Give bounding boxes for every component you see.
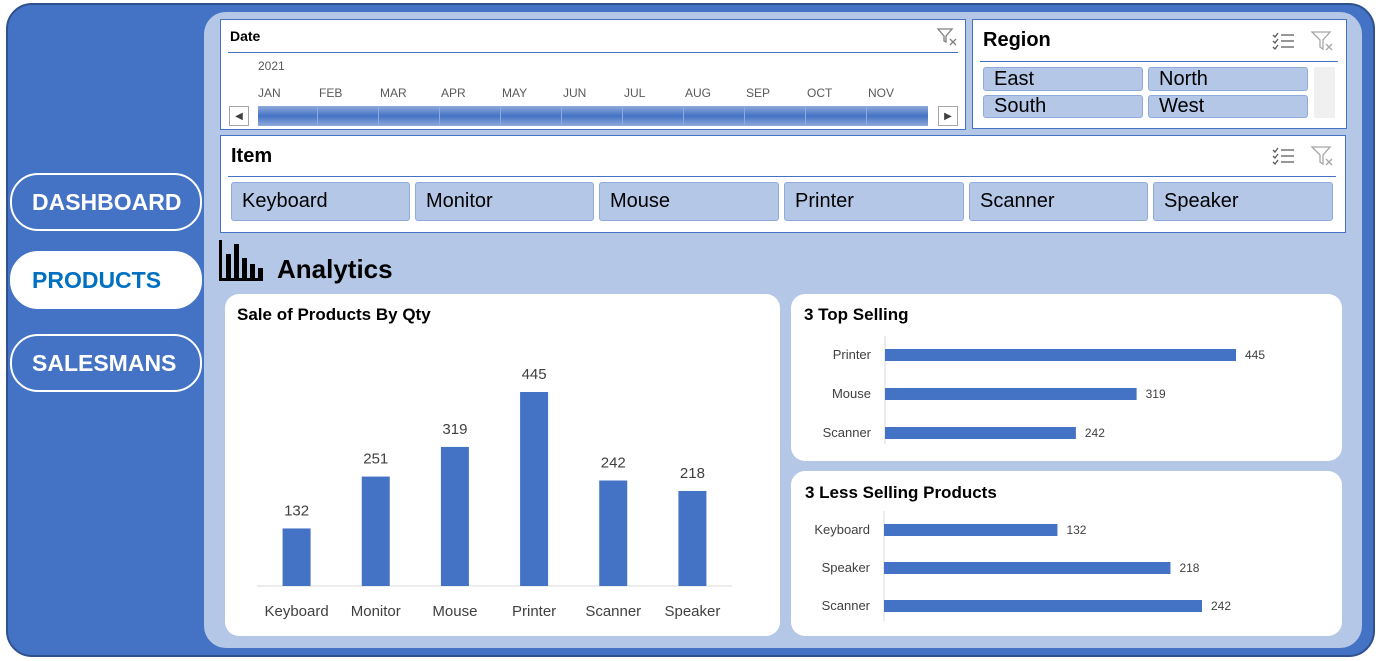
multi-select-icon[interactable]	[1272, 30, 1296, 52]
timeline-month-divider	[378, 106, 379, 126]
region-slicer-title: Region	[983, 29, 1051, 51]
bar-data-label: 319	[442, 421, 467, 438]
timeline-month[interactable]: APR	[441, 86, 466, 100]
item-tile-keyboard[interactable]: Keyboard	[231, 182, 410, 221]
bar-scanner	[599, 480, 628, 586]
date-slicer-divider	[228, 52, 958, 53]
timeline-month-divider	[439, 106, 440, 126]
analytics-heading: Analytics	[277, 254, 393, 284]
bar-data-label: 319	[1146, 387, 1166, 401]
bar-mouse	[440, 446, 469, 586]
bar-data-label: 445	[522, 366, 547, 383]
item-slicer-divider	[228, 176, 1336, 177]
bar-speaker	[884, 562, 1171, 574]
timeline-month[interactable]: FEB	[319, 86, 342, 100]
nav-salesmans-button[interactable]: SALESMANS	[10, 334, 202, 392]
nav-dashboard-button[interactable]: DASHBOARD	[10, 173, 202, 231]
category-label: Keyboard	[264, 603, 328, 620]
category-label: Speaker	[822, 560, 871, 575]
bar-printer	[885, 349, 1236, 361]
timeline-month-divider	[317, 106, 318, 126]
timeline-month[interactable]: MAY	[502, 86, 527, 100]
category-label: Speaker	[664, 603, 720, 620]
timeline-scroll-left-button[interactable]: ◀	[229, 106, 249, 126]
bar-scanner	[885, 427, 1076, 439]
region-tile-west[interactable]: West	[1148, 95, 1308, 118]
bar-data-label: 242	[1085, 426, 1105, 440]
category-label: Monitor	[351, 603, 401, 620]
bar-chart-icon	[219, 240, 263, 281]
clear-filter-icon[interactable]	[1310, 30, 1334, 52]
timeline-month[interactable]: JUL	[624, 86, 645, 100]
item-tile-mouse[interactable]: Mouse	[599, 182, 779, 221]
top-selling-chart-card: 3 Top Selling Printer 445 Mouse 319 Scanner 2…	[791, 294, 1342, 461]
timeline-month[interactable]: MAR	[380, 86, 407, 100]
timeline-month-divider	[561, 106, 562, 126]
sales-by-qty-chart-card: Sale of Products By Qty 132 Keyboard 251 Mo…	[225, 294, 780, 636]
bar-printer	[520, 392, 549, 586]
bar-monitor	[361, 476, 390, 586]
bar-data-label: 445	[1245, 348, 1265, 362]
category-label: Keyboard	[814, 522, 870, 537]
category-label: Scanner	[823, 425, 872, 440]
timeline-scroll-right-button[interactable]: ▶	[938, 106, 958, 126]
timeline-month[interactable]: SEP	[746, 86, 770, 100]
timeline-month-divider	[866, 106, 867, 126]
timeline-month[interactable]: AUG	[685, 86, 711, 100]
category-label: Scanner	[585, 603, 641, 620]
region-scrollbar[interactable]	[1314, 67, 1335, 118]
bar-speaker	[678, 490, 707, 586]
timeline-year: 2021	[258, 59, 285, 73]
timeline-month-divider	[683, 106, 684, 126]
timeline-month[interactable]: NOV	[868, 86, 894, 100]
timeline-month[interactable]: JUN	[563, 86, 586, 100]
bar-data-label: 218	[1179, 561, 1199, 575]
category-label: Scanner	[822, 598, 871, 613]
timeline-month-divider	[622, 106, 623, 126]
sales-by-qty-chart: 132 Keyboard 251 Monitor 319 Mouse 445 Printer 2…	[257, 366, 732, 620]
bar-data-label: 242	[601, 454, 626, 471]
timeline-month-divider	[744, 106, 745, 126]
region-tile-south[interactable]: South	[983, 95, 1143, 118]
region-tile-north[interactable]: North	[1148, 67, 1308, 91]
bar-keyboard	[884, 524, 1058, 536]
item-slicer-title: Item	[231, 145, 273, 167]
less-selling-chart: Keyboard 132 Speaker 218 Scanner 242	[814, 511, 1231, 621]
clear-filter-icon[interactable]	[1310, 145, 1334, 167]
timeline-month-divider	[500, 106, 501, 126]
category-label: Printer	[512, 603, 556, 620]
category-label: Mouse	[832, 386, 871, 401]
bar-mouse	[885, 388, 1137, 400]
bar-data-label: 218	[680, 465, 705, 482]
item-tile-monitor[interactable]: Monitor	[415, 182, 594, 221]
category-label: Mouse	[432, 603, 477, 620]
timeline-month[interactable]: OCT	[807, 86, 832, 100]
timeline-month-divider	[805, 106, 806, 126]
item-tile-scanner[interactable]: Scanner	[969, 182, 1148, 221]
item-tile-speaker[interactable]: Speaker	[1153, 182, 1333, 221]
item-tile-printer[interactable]: Printer	[784, 182, 964, 221]
multi-select-icon[interactable]	[1272, 145, 1296, 167]
nav-products-button[interactable]: PRODUCTS	[10, 251, 202, 309]
bar-data-label: 132	[1066, 523, 1086, 537]
region-tile-east[interactable]: East	[983, 67, 1143, 91]
bar-scanner	[884, 600, 1202, 612]
timeline-range-bar[interactable]	[258, 106, 928, 126]
region-slicer-divider	[980, 61, 1338, 62]
bar-data-label: 132	[284, 502, 309, 519]
timeline-month[interactable]: JAN	[258, 86, 281, 100]
date-slicer-title: Date	[230, 28, 261, 44]
bar-data-label: 242	[1211, 599, 1231, 613]
top-selling-chart: Printer 445 Mouse 319 Scanner 242	[823, 336, 1265, 444]
less-selling-chart-card: 3 Less Selling Products Keyboard 132 Speak…	[791, 471, 1342, 636]
category-label: Printer	[833, 347, 872, 362]
clear-filter-icon[interactable]	[936, 26, 958, 48]
bar-keyboard	[282, 528, 311, 586]
bar-data-label: 251	[363, 451, 388, 468]
